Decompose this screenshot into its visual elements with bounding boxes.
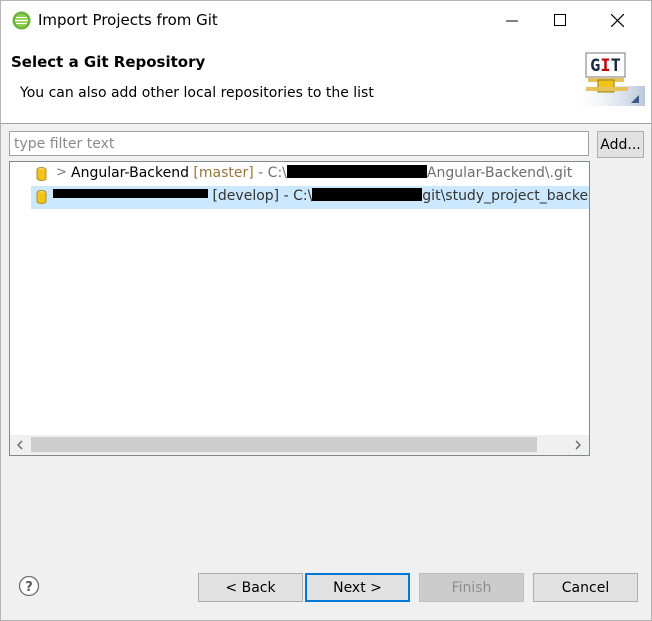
- redacted-path: [312, 188, 423, 201]
- repository-path-prefix: - C:\: [283, 188, 313, 204]
- repository-label: Angular-Backend [master] - C:\ Angular-Ba…: [71, 165, 572, 181]
- repository-path-suffix: Angular-Backend\.git: [426, 165, 573, 181]
- import-projects-dialog: Import Projects from Git Select a Git Re…: [0, 0, 652, 621]
- filter-input[interactable]: [9, 131, 589, 156]
- scroll-right-icon[interactable]: [572, 439, 584, 451]
- maximize-icon: [554, 14, 566, 26]
- horizontal-scrollbar[interactable]: [10, 435, 589, 455]
- back-button[interactable]: < Back: [198, 573, 303, 602]
- maximize-button[interactable]: [538, 1, 584, 41]
- repository-item[interactable]: > Angular-Backend [master] - C:\ Angular-…: [10, 163, 589, 186]
- add-button[interactable]: Add...: [597, 131, 644, 158]
- repository-list[interactable]: > Angular-Backend [master] - C:\ Angular-…: [9, 161, 590, 456]
- repository-label: [develop] - C:\ git\study_project_backen: [53, 188, 589, 204]
- eclipse-icon: [12, 11, 31, 30]
- minimize-button[interactable]: [490, 1, 536, 41]
- minimize-icon: [506, 20, 518, 22]
- git-repository-icon: [36, 190, 47, 204]
- svg-text:GIT: GIT: [590, 56, 621, 76]
- repository-item-selected[interactable]: [develop] - C:\ git\study_project_backen: [10, 186, 589, 209]
- git-logo-icon: GIT: [577, 52, 645, 106]
- repository-path-prefix: - C:\: [258, 165, 287, 181]
- page-title: Select a Git Repository: [11, 53, 206, 71]
- repository-branch: [develop]: [212, 188, 280, 204]
- svg-text:?: ?: [25, 580, 33, 595]
- wizard-banner: Select a Git Repository You can also add…: [1, 41, 651, 124]
- redacted-path: [286, 165, 427, 178]
- finish-button[interactable]: Finish: [419, 573, 524, 602]
- page-description: You can also add other local repositorie…: [20, 85, 374, 101]
- close-button[interactable]: [595, 1, 641, 41]
- window-title: Import Projects from Git: [38, 11, 218, 29]
- git-repository-icon: [36, 167, 47, 181]
- repository-path-suffix: git\study_project_backen: [422, 188, 589, 204]
- repository-name: Angular-Backend: [71, 165, 189, 181]
- help-icon[interactable]: ?: [18, 575, 40, 597]
- next-button[interactable]: Next >: [305, 573, 410, 602]
- cancel-button[interactable]: Cancel: [533, 573, 638, 602]
- close-icon: [611, 14, 624, 27]
- title-bar: Import Projects from Git: [1, 1, 651, 41]
- redacted-repository-name: [53, 189, 208, 198]
- scroll-left-icon[interactable]: [14, 439, 26, 451]
- repository-branch: [master]: [193, 165, 254, 181]
- scrollbar-thumb[interactable]: [31, 437, 537, 452]
- expand-chevron-icon[interactable]: >: [56, 165, 67, 180]
